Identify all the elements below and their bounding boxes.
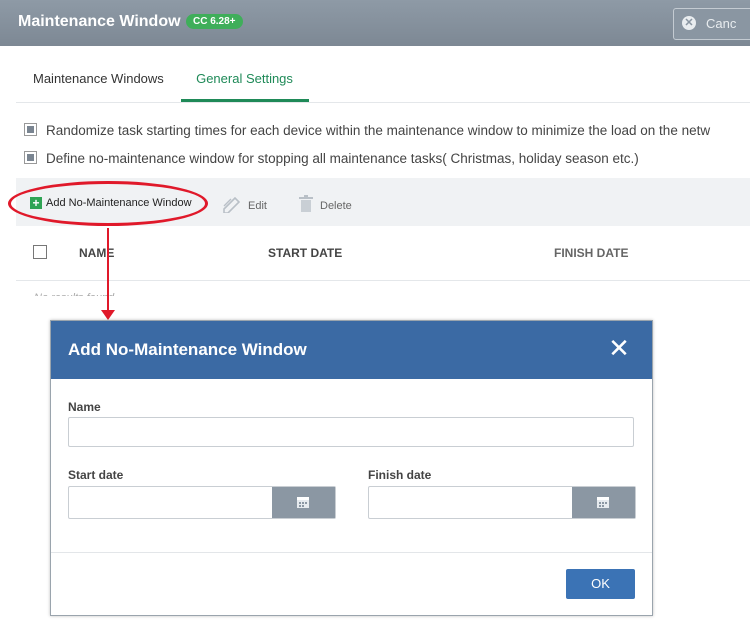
randomize-checkbox[interactable] [24, 123, 37, 136]
name-label: Name [68, 400, 101, 414]
no-maintenance-label: Define no-maintenance window for stoppin… [46, 151, 639, 166]
column-name[interactable]: NAME [79, 246, 114, 260]
start-date-label: Start date [68, 468, 124, 482]
close-icon[interactable]: ✕ [607, 335, 631, 361]
finish-date-field[interactable] [368, 486, 636, 519]
close-circle-icon: ✕ [682, 16, 696, 30]
delete-label: Delete [320, 200, 352, 212]
option-randomize-start[interactable]: Randomize task starting times for each d… [24, 123, 710, 138]
randomize-label: Randomize task starting times for each d… [46, 123, 711, 138]
dialog-header: Add No-Maintenance Window ✕ [51, 321, 652, 379]
select-all-checkbox[interactable] [33, 245, 47, 259]
active-tab-indicator [181, 99, 309, 102]
name-input[interactable] [68, 417, 634, 447]
tab-general-settings[interactable]: General Settings [181, 71, 308, 86]
table-header: NAME START DATE FINISH DATE [16, 226, 750, 281]
trash-icon [299, 195, 313, 212]
tab-bar: Maintenance Windows General Settings [16, 58, 750, 103]
edit-label: Edit [248, 200, 267, 212]
cancel-button[interactable]: ✕ Canc [673, 8, 750, 40]
arrow-head-icon [101, 310, 115, 320]
ok-button[interactable]: OK [566, 569, 635, 599]
option-no-maintenance[interactable]: Define no-maintenance window for stoppin… [24, 151, 639, 166]
cancel-label: Canc [706, 16, 737, 31]
column-finish-date[interactable]: FINISH DATE [554, 246, 628, 260]
version-badge: CC 6.28+ [186, 14, 243, 29]
edit-button[interactable]: Edit [222, 195, 267, 213]
tab-maintenance-windows[interactable]: Maintenance Windows [33, 71, 164, 86]
column-start-date[interactable]: START DATE [268, 246, 342, 260]
torn-edge [0, 296, 750, 305]
highlight-oval [8, 181, 208, 226]
add-no-maintenance-dialog: Add No-Maintenance Window ✕ Name Start d… [50, 320, 653, 616]
edit-icon [223, 196, 241, 213]
dialog-title: Add No-Maintenance Window [68, 340, 307, 359]
annotation-arrow [107, 228, 109, 314]
finish-date-picker-button[interactable] [572, 487, 635, 518]
delete-button[interactable]: Delete [298, 195, 352, 213]
finish-date-label: Finish date [368, 468, 432, 482]
start-date-field[interactable] [68, 486, 336, 519]
no-maintenance-checkbox[interactable] [24, 151, 37, 164]
page-title: Maintenance Window [18, 13, 181, 30]
calendar-icon [597, 497, 609, 508]
page-header: Maintenance Window CC 6.28+ ✕ Canc [0, 0, 750, 46]
maintenance-window-page: Maintenance Window CC 6.28+ ✕ Canc Maint… [0, 0, 750, 305]
dialog-footer-divider [51, 552, 652, 553]
calendar-icon [297, 497, 309, 508]
start-date-picker-button[interactable] [272, 487, 335, 518]
